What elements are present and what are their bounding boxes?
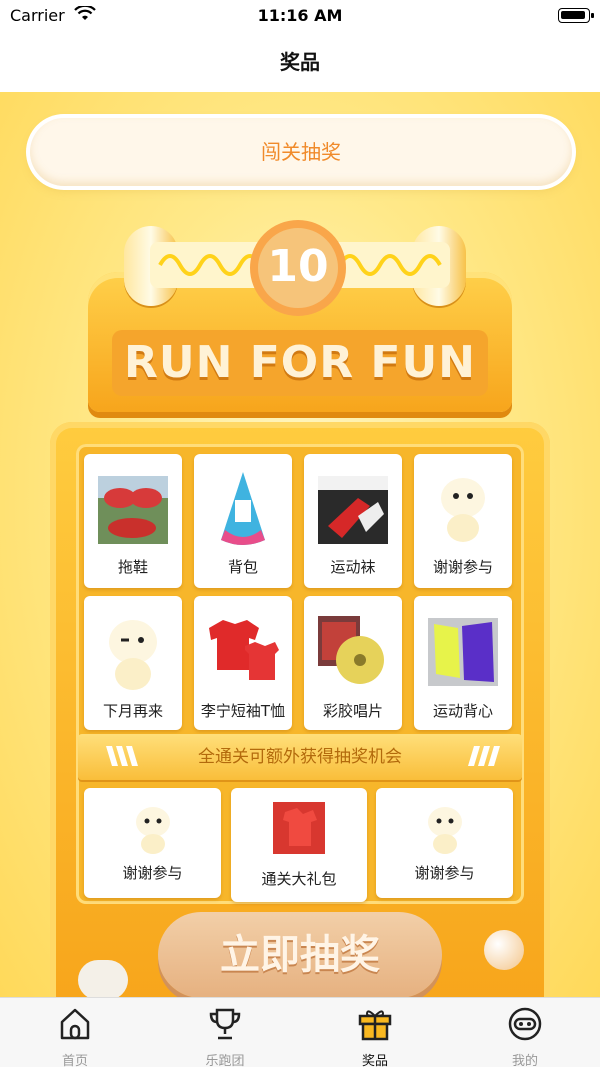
coin-slot xyxy=(78,960,128,997)
prize-card[interactable]: 运动背心 xyxy=(414,596,512,730)
prize-card[interactable]: 下月再来 xyxy=(84,596,182,730)
prize-label: 通关大礼包 xyxy=(261,870,337,888)
gift-pack-image xyxy=(273,802,325,854)
vest-image xyxy=(428,618,498,686)
prize-card[interactable]: 运动袜 xyxy=(304,454,402,588)
tab-mine[interactable]: 我的 xyxy=(450,998,600,1069)
stripes-left-icon xyxy=(106,746,138,766)
slippers-image xyxy=(98,476,168,544)
joystick-icon xyxy=(484,930,524,970)
tab-running-club[interactable]: 乐跑团 xyxy=(150,998,300,1069)
prize-label: 李宁短袖T恤 xyxy=(200,702,286,720)
profile-icon xyxy=(508,1007,542,1041)
prize-label: 运动背心 xyxy=(432,702,493,720)
mascot-image xyxy=(427,807,462,854)
tab-home[interactable]: 首页 xyxy=(0,998,150,1069)
clock: 11:16 AM xyxy=(257,6,343,25)
prize-label: 背包 xyxy=(227,558,258,576)
trophy-icon xyxy=(209,1008,241,1040)
mascot-image xyxy=(135,807,170,854)
tab-bar: 首页 乐跑团 奖品 我的 xyxy=(0,997,600,1069)
prize-label: 拖鞋 xyxy=(117,558,148,576)
prize-card[interactable]: 谢谢参与 xyxy=(376,788,513,898)
prize-card[interactable]: 谢谢参与 xyxy=(414,454,512,588)
stripes-right-icon xyxy=(468,746,500,766)
prize-card[interactable]: 通关大礼包 xyxy=(231,788,367,902)
slogan-banner: RUN FOR FUN xyxy=(112,330,488,396)
bonus-banner-text: 全通关可额外获得抽奖机会 xyxy=(198,747,402,767)
mascot-wink-image xyxy=(109,620,157,690)
tab-label: 乐跑团 xyxy=(205,1054,245,1069)
prize-card[interactable]: 谢谢参与 xyxy=(84,788,221,898)
lottery-scene: 闯关抽奖 10 RUN FOR FUN 拖鞋 背包 运动袜 谢谢参与 下月再来 … xyxy=(0,92,600,997)
prize-label: 运动袜 xyxy=(330,558,376,576)
tab-label: 我的 xyxy=(511,1054,538,1069)
prize-card[interactable]: 拖鞋 xyxy=(84,454,182,588)
prize-label: 下月再来 xyxy=(102,702,163,720)
home-icon xyxy=(60,1008,90,1040)
prize-label: 谢谢参与 xyxy=(432,558,493,576)
socks-image xyxy=(318,476,388,544)
nav-header: 奖品 xyxy=(0,32,600,92)
draw-now-button[interactable]: 立即抽奖 xyxy=(158,912,442,997)
tab-label: 奖品 xyxy=(361,1054,388,1069)
gift-icon xyxy=(358,1010,392,1041)
page-title: 奖品 xyxy=(280,50,320,74)
prize-label: 谢谢参与 xyxy=(414,864,475,882)
battery-icon xyxy=(558,8,594,23)
vinyl-image xyxy=(318,616,384,684)
status-bar: Carrier 11:16 AM xyxy=(0,0,600,32)
challenge-lottery-button[interactable]: 闯关抽奖 xyxy=(30,118,572,186)
tab-prizes[interactable]: 奖品 xyxy=(300,998,450,1069)
bonus-banner: 全通关可额外获得抽奖机会 xyxy=(78,734,522,780)
prize-card[interactable]: 彩胶唱片 xyxy=(304,596,402,730)
prize-label: 谢谢参与 xyxy=(122,864,183,882)
tab-label: 首页 xyxy=(61,1054,88,1069)
mascot-image xyxy=(441,478,485,542)
prize-card[interactable]: 李宁短袖T恤 xyxy=(194,596,292,730)
logo-badge: 10 xyxy=(250,220,346,316)
prize-label: 彩胶唱片 xyxy=(322,702,383,720)
tshirt-image xyxy=(209,620,279,680)
backpack-image xyxy=(221,472,265,545)
prize-card[interactable]: 背包 xyxy=(194,454,292,588)
